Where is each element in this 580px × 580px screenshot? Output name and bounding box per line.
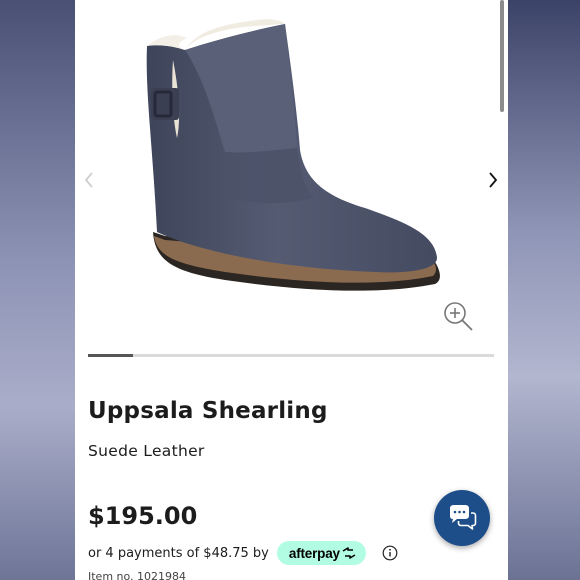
product-material: Suede Leather — [88, 442, 205, 460]
zoom-in-icon — [444, 302, 473, 331]
item-number: Item no. 1021984 — [88, 570, 187, 580]
gallery-progress — [88, 354, 494, 357]
previous-image-button[interactable] — [79, 168, 99, 192]
chat-bubbles-icon — [450, 505, 477, 530]
scrollbar-thumb[interactable] — [500, 0, 504, 112]
next-image-button[interactable] — [483, 168, 503, 192]
zoom-button[interactable] — [442, 300, 476, 334]
background-right — [508, 0, 580, 580]
afterpay-installments: or 4 payments of $48.75 by afterpay — [88, 540, 398, 566]
product-title: Uppsala Shearling — [88, 398, 328, 424]
afterpay-label: afterpay — [288, 545, 340, 561]
gallery-progress-fill — [88, 354, 133, 357]
chevron-left-icon — [84, 172, 93, 188]
product-price: $195.00 — [88, 502, 198, 530]
afterpay-badge[interactable]: afterpay — [276, 541, 366, 565]
chevron-right-icon — [489, 172, 498, 188]
chat-button[interactable] — [434, 490, 490, 546]
background-left — [0, 0, 75, 580]
installments-text: or 4 payments of $48.75 by — [88, 545, 269, 561]
info-icon[interactable] — [382, 545, 398, 561]
product-page: Uppsala Shearling Suede Leather $195.00 … — [75, 0, 508, 580]
afterpay-logo-icon — [342, 547, 356, 559]
product-image[interactable] — [75, 0, 508, 345]
